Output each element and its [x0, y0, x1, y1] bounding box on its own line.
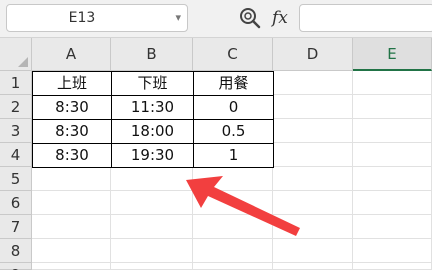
cell-a9[interactable]: [32, 263, 111, 270]
cell-e3[interactable]: [353, 119, 432, 143]
cell-a1[interactable]: 上班: [32, 71, 112, 96]
cell-a7[interactable]: [32, 215, 111, 239]
row-header-3[interactable]: 3: [0, 119, 32, 143]
cell-e9[interactable]: [353, 263, 432, 270]
row-header-1[interactable]: 1: [0, 71, 32, 95]
cell-d5[interactable]: [273, 167, 353, 191]
fx-icon[interactable]: fx: [272, 6, 288, 30]
row-header-5[interactable]: 5: [0, 167, 32, 191]
column-header-e[interactable]: E: [353, 38, 432, 71]
cell-d1[interactable]: [273, 71, 353, 95]
cell-c1[interactable]: 用餐: [193, 71, 274, 96]
column-header-a[interactable]: A: [32, 38, 111, 71]
row-header-2[interactable]: 2: [0, 95, 32, 119]
cell-d4[interactable]: [273, 143, 353, 167]
cell-b9[interactable]: [111, 263, 193, 270]
cell-b1[interactable]: 下班: [111, 71, 194, 96]
cell-d3[interactable]: [273, 119, 353, 143]
formula-bar: E13 ▾ fx: [0, 0, 432, 38]
column-header-b[interactable]: B: [111, 38, 193, 71]
zoom-icon[interactable]: [238, 6, 262, 30]
cell-b6[interactable]: [111, 191, 193, 215]
cell-d7[interactable]: [273, 215, 353, 239]
cell-a3[interactable]: 8:30: [32, 119, 112, 144]
cell-c5[interactable]: [193, 167, 273, 191]
cell-b4[interactable]: 19:30: [111, 143, 194, 168]
cell-c2[interactable]: 0: [193, 95, 274, 120]
name-box-value: E13: [68, 10, 96, 26]
cell-a4[interactable]: 8:30: [32, 143, 112, 168]
cell-c8[interactable]: [193, 239, 273, 263]
row-header-7[interactable]: 7: [0, 215, 32, 239]
column-header-c[interactable]: C: [193, 38, 273, 71]
cell-d9[interactable]: [273, 263, 353, 270]
row-header-6[interactable]: 6: [0, 191, 32, 215]
cell-b5[interactable]: [111, 167, 193, 191]
cell-e6[interactable]: [353, 191, 432, 215]
select-all-corner[interactable]: [0, 38, 32, 71]
cell-d6[interactable]: [273, 191, 353, 215]
cell-e1[interactable]: [353, 71, 432, 95]
cell-c7[interactable]: [193, 215, 273, 239]
cell-a8[interactable]: [32, 239, 111, 263]
cell-c9[interactable]: [193, 263, 273, 270]
cell-d2[interactable]: [273, 95, 353, 119]
cell-e7[interactable]: [353, 215, 432, 239]
formula-input[interactable]: [299, 4, 432, 32]
cell-e2[interactable]: [353, 95, 432, 119]
cell-a6[interactable]: [32, 191, 111, 215]
cell-e8[interactable]: [353, 239, 432, 263]
row-header-4[interactable]: 4: [0, 143, 32, 167]
cell-b3[interactable]: 18:00: [111, 119, 194, 144]
column-header-d[interactable]: D: [273, 38, 353, 71]
cell-a5[interactable]: [32, 167, 111, 191]
cell-e4[interactable]: [353, 143, 432, 167]
cell-b8[interactable]: [111, 239, 193, 263]
cell-a2[interactable]: 8:30: [32, 95, 112, 120]
row-header-9[interactable]: 9: [0, 263, 32, 270]
cell-d8[interactable]: [273, 239, 353, 263]
cell-b7[interactable]: [111, 215, 193, 239]
chevron-down-icon[interactable]: ▾: [175, 5, 181, 31]
name-box[interactable]: E13 ▾: [6, 4, 188, 32]
cell-b2[interactable]: 11:30: [111, 95, 194, 120]
cell-c3[interactable]: 0.5: [193, 119, 274, 144]
cell-c4[interactable]: 1: [193, 143, 274, 168]
spreadsheet-grid: A B C D E 1 2 3 4 5 6 7 8 9 上班 下班 用餐 8:3…: [0, 38, 432, 270]
row-header-8[interactable]: 8: [0, 239, 32, 263]
cell-c6[interactable]: [193, 191, 273, 215]
cell-e5[interactable]: [353, 167, 432, 191]
